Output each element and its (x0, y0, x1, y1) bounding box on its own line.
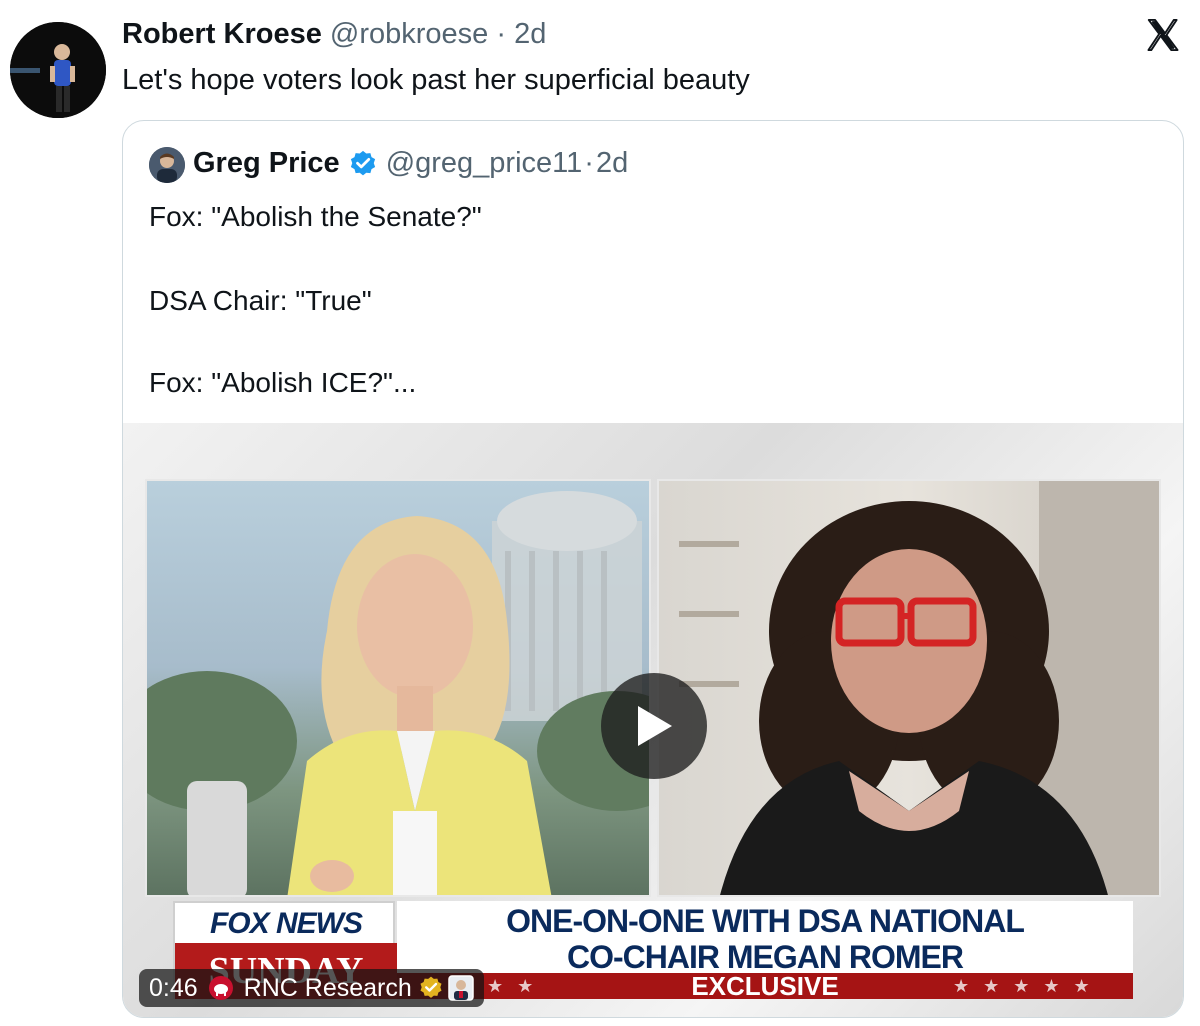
video-frame-anchor (145, 479, 651, 897)
headline-line-1: ONE-ON-ONE WITH DSA NATIONAL (506, 903, 1025, 939)
video-info-chip: 0:46 RNC Research (139, 969, 484, 1007)
quoted-avatar-photo (149, 147, 185, 183)
quoted-tweet-header: Greg Price @greg_price11 · 2d (193, 147, 628, 180)
rnc-logo-icon (208, 976, 233, 1000)
verified-badge-icon[interactable] (348, 149, 378, 179)
chyron-headline: ONE-ON-ONE WITH DSA NATIONAL CO-CHAIR ME… (397, 901, 1133, 977)
avatar-photo (10, 22, 106, 118)
x-logo-icon (1147, 19, 1179, 51)
play-icon (638, 706, 672, 746)
video-source-name[interactable]: RNC Research (244, 974, 412, 1003)
quoted-line-2: DSA Chair: "True" (149, 285, 372, 316)
stars-right-icon: ★★★★★ (953, 976, 1104, 996)
author-avatar[interactable] (10, 22, 106, 118)
quoted-line-1: Fox: "Abolish the Senate?" (149, 201, 482, 232)
video-frame-guest (657, 479, 1161, 897)
source-avatar-icon (448, 975, 474, 1001)
video-duration: 0:46 (149, 973, 198, 1002)
play-button[interactable] (601, 673, 707, 779)
quoted-timestamp[interactable]: 2d (596, 147, 628, 180)
quoted-author-name[interactable]: Greg Price (193, 147, 340, 180)
tweet-text: Let's hope voters look past her superfic… (122, 64, 750, 96)
exclusive-banner: ★★ EXCLUSIVE ★★★★★ (397, 973, 1133, 999)
logo-top-text: FOX NEWS (209, 907, 363, 940)
gold-check-icon (420, 976, 442, 998)
tweet-timestamp[interactable]: 2d (514, 18, 546, 50)
author-name[interactable]: Robert Kroese (122, 18, 322, 50)
quoted-meta-separator: · (584, 147, 594, 179)
quoted-author-avatar[interactable] (149, 147, 185, 183)
quoted-author-handle[interactable]: @greg_price11 (386, 147, 583, 180)
quoted-tweet-card[interactable]: Greg Price @greg_price11 · 2d Fox: "Abol… (122, 120, 1184, 1018)
guest-scene (679, 481, 1159, 895)
anchor-scene (147, 491, 649, 895)
video-player[interactable]: FOX NEWS SUNDAY ONE-ON-ONE WITH DSA NATI… (123, 423, 1183, 1017)
quoted-line-3: Fox: "Abolish ICE?"... (149, 367, 417, 398)
tweet-header: Robert Kroese @robkroese · 2d (122, 18, 546, 51)
author-handle[interactable]: @robkroese (330, 18, 488, 50)
meta-separator: · (496, 18, 507, 50)
